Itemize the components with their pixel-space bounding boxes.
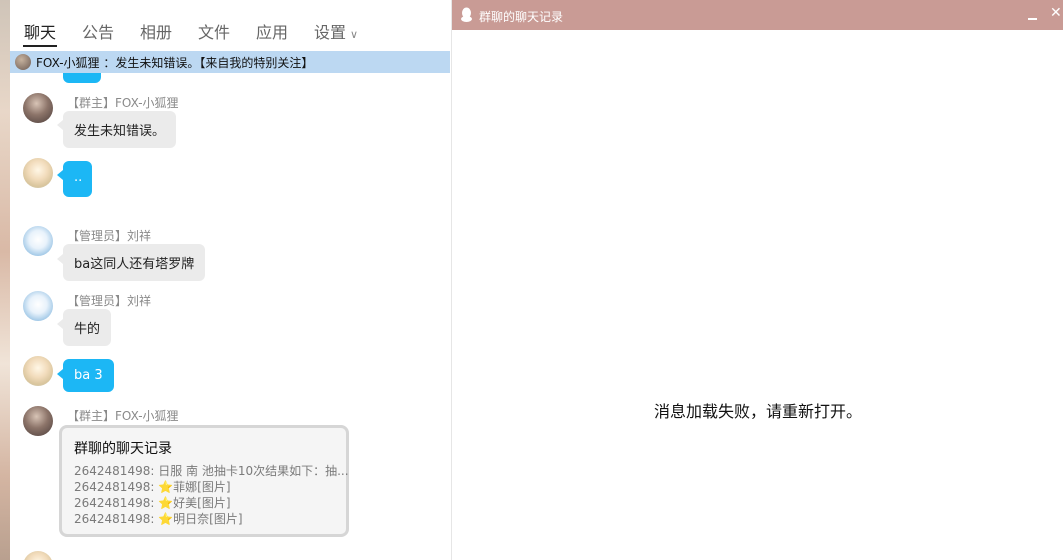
forward-line: 2642481498: ⭐明日奈[图片]: [74, 510, 243, 527]
forward-card-title: 群聊的聊天记录: [74, 441, 172, 457]
forward-line-content: 菲娜[图片]: [173, 480, 231, 494]
sender-name: 【群主】FOX-小狐狸: [67, 409, 179, 423]
sender-name: 【管理员】刘祥: [67, 294, 152, 308]
avatar[interactable]: [23, 406, 53, 436]
tab-chat[interactable]: 聊天: [24, 19, 56, 43]
forwarded-chat-history-card[interactable]: 群聊的聊天记录 2642481498: 日服 南 池抽卡10次结果如下：抽...…: [59, 425, 349, 537]
tab-album[interactable]: 相册: [140, 19, 172, 43]
message-bubble[interactable]: 牛的: [63, 309, 112, 346]
message-bubble-clipped[interactable]: [63, 73, 101, 83]
tab-announcement[interactable]: 公告: [82, 19, 114, 43]
avatar[interactable]: [23, 158, 53, 188]
avatar[interactable]: [23, 356, 53, 386]
tab-settings[interactable]: 设置 ∨: [314, 19, 358, 43]
background-wallpaper: [0, 0, 10, 560]
star-icon: ⭐: [158, 512, 174, 526]
notice-text: FOX-小狐狸 ：发生未知错误。【来自我的特别关注】: [36, 56, 314, 70]
special-attention-notice[interactable]: FOX-小狐狸 ：发生未知错误。【来自我的特别关注】: [10, 51, 450, 73]
notice-avatar: [15, 54, 31, 70]
sender-name: 【管理员】刘祥: [67, 229, 152, 243]
message-list[interactable]: 【群主】FOX-小狐狸 发生未知错误。 .. 【管理员】刘祥 ba这同人还有塔罗…: [10, 73, 450, 560]
window-title: 群聊的聊天记录: [479, 10, 564, 24]
forward-line-sender: 2642481498:: [74, 512, 159, 526]
star-icon: ⭐: [158, 496, 174, 510]
message-bubble[interactable]: ..: [63, 161, 92, 197]
tab-files[interactable]: 文件: [198, 19, 230, 43]
avatar[interactable]: [23, 291, 53, 321]
forward-line-sender: 2642481498:: [74, 480, 159, 494]
forward-line: 2642481498: 日服 南 池抽卡10次结果如下：抽...: [74, 464, 349, 478]
sender-name: 【群主】FOX-小狐狸: [67, 96, 179, 110]
forward-line-content: 好美[图片]: [173, 496, 231, 510]
avatar[interactable]: [23, 551, 53, 560]
group-chat-panel: 聊天 公告 相册 文件 应用 设置 ∨ FOX-小狐狸 ：发生未知错误。【来自我的…: [10, 0, 450, 560]
forward-line: 2642481498: ⭐好美[图片]: [74, 494, 231, 511]
close-button[interactable]: ✕: [1050, 5, 1062, 21]
forward-line: 2642481498: ⭐菲娜[图片]: [74, 478, 231, 495]
tab-bar: 聊天 公告 相册 文件 应用 设置 ∨: [10, 0, 450, 50]
avatar[interactable]: [23, 226, 53, 256]
qq-penguin-icon: [461, 7, 472, 22]
tab-settings-label: 设置: [314, 23, 347, 42]
message-bubble[interactable]: ba 3: [63, 359, 114, 392]
avatar[interactable]: [23, 93, 53, 123]
load-error-message: 消息加载失败，请重新打开。: [653, 402, 862, 421]
active-tab-indicator: [23, 45, 57, 47]
message-bubble[interactable]: 发生未知错误。: [63, 111, 177, 148]
message-bubble[interactable]: ba这同人还有塔罗牌: [63, 244, 206, 281]
minimize-button[interactable]: [1026, 6, 1040, 24]
chat-history-window: 群聊的聊天记录 ✕ 消息加载失败，请重新打开。: [451, 0, 1063, 560]
forward-line-sender: 2642481498:: [74, 496, 159, 510]
star-icon: ⭐: [158, 480, 174, 494]
window-titlebar[interactable]: 群聊的聊天记录 ✕: [452, 0, 1063, 30]
tab-apps[interactable]: 应用: [256, 19, 288, 43]
forward-line-content: 明日奈[图片]: [173, 512, 243, 526]
chevron-down-icon: ∨: [350, 28, 359, 41]
